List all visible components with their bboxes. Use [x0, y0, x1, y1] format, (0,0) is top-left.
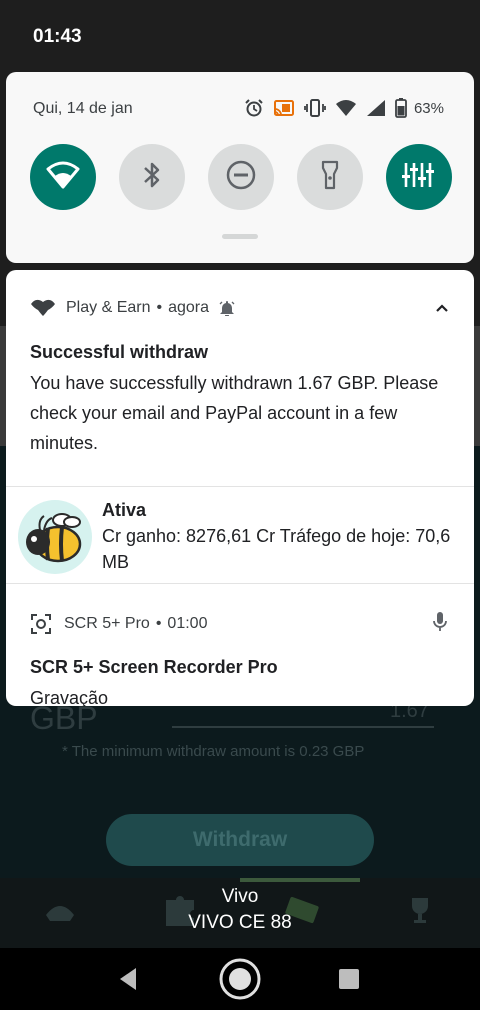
notification-time: agora [168, 299, 210, 316]
microphone-icon [432, 611, 448, 638]
bluetooth-icon [142, 160, 162, 195]
cell-signal-icon [366, 99, 386, 117]
home-button-icon[interactable] [215, 954, 265, 1004]
minimum-withdraw-note: * The minimum withdraw amount is 0.23 GB… [62, 743, 365, 760]
carrier-network: VIVO CE 88 [188, 912, 292, 933]
bluetooth-tile[interactable] [119, 144, 185, 210]
cast-icon [273, 98, 295, 118]
notification-title: Ativa [102, 500, 147, 520]
amount-underline [172, 726, 434, 728]
notification-stack: Play & Earn • agora Successful withdraw … [6, 270, 474, 706]
notification-app-name: SCR 5+ Pro [64, 615, 150, 632]
back-icon[interactable] [103, 954, 153, 1004]
notification-app-name: Play & Earn [66, 299, 151, 316]
notification-header: SCR 5+ Pro • 01:00 [30, 613, 207, 635]
notification-divider [6, 486, 474, 487]
wifi-tile[interactable] [30, 144, 96, 210]
bee-app-icon [18, 500, 92, 574]
notification-body: Gravação [30, 688, 109, 706]
notification-body: You have successfully withdrawn 1.67 GBP… [30, 373, 439, 453]
battery-icon [395, 98, 407, 118]
qs-date[interactable]: Qui, 14 de jan [33, 100, 133, 118]
do-not-disturb-icon [225, 159, 257, 196]
bell-icon [219, 300, 235, 316]
notification-header: Play & Earn • agora [30, 298, 235, 318]
wifi-signal-icon [335, 99, 357, 117]
carrier-name: Vivo [221, 886, 259, 907]
play-earn-app-icon [30, 298, 56, 318]
system-nav-bar [0, 948, 480, 1010]
recents-icon[interactable] [324, 954, 374, 1004]
qs-tiles [30, 144, 452, 212]
notification-title: Successful withdraw [30, 342, 209, 362]
flashlight-tile[interactable] [297, 144, 363, 210]
quick-settings-panel: Qui, 14 de jan 63% [6, 72, 474, 263]
notification-divider [6, 583, 474, 584]
vibrate-icon [304, 98, 326, 118]
equalizer-icon [401, 160, 437, 195]
header-separator: • [156, 299, 163, 316]
app-nav-indicator [240, 878, 360, 882]
header-separator: • [155, 615, 162, 632]
do-not-disturb-tile[interactable] [208, 144, 274, 210]
flashlight-icon [320, 159, 340, 196]
qs-drag-handle[interactable] [222, 234, 258, 239]
equalizer-tile[interactable] [386, 144, 452, 210]
alarm-icon [244, 98, 264, 118]
status-time: 01:43 [33, 26, 82, 47]
notification-body: Cr ganho: 8276,61 Cr Tráfego de hoje: 70… [102, 526, 451, 572]
withdraw-button[interactable]: Withdraw [106, 814, 374, 866]
battery-percent: 63% [413, 99, 444, 117]
notification-time: 01:00 [167, 615, 208, 632]
notification-title: SCR 5+ Screen Recorder Pro [30, 657, 278, 677]
screen-record-icon [30, 613, 52, 635]
qs-status-icons: 63% [244, 98, 444, 118]
wifi-icon [46, 161, 80, 194]
collapse-chevron-icon[interactable] [432, 298, 452, 318]
